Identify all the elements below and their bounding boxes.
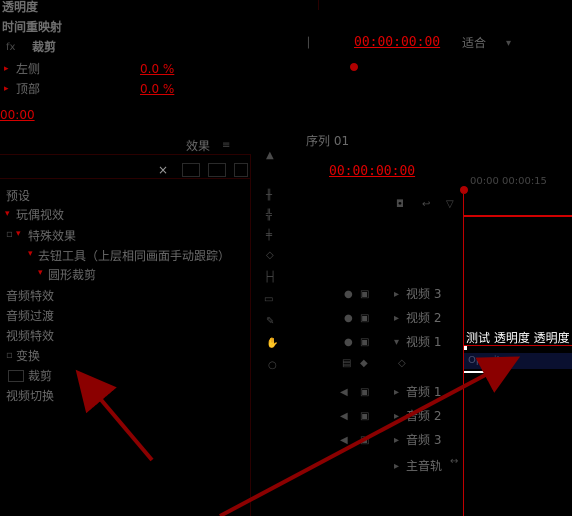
annotation-arrow-to-clip xyxy=(219,356,521,516)
annotation-arrows xyxy=(75,356,521,516)
annotation-arrow-to-crop xyxy=(75,369,154,462)
